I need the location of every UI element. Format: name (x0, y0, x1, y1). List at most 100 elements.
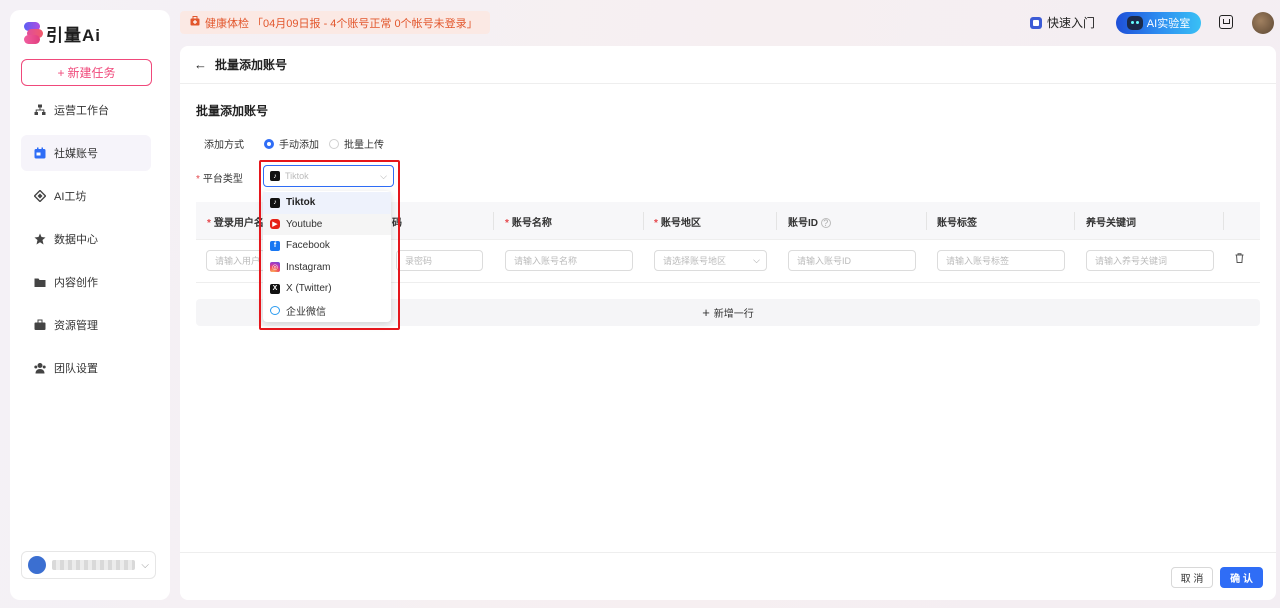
new-task-label: 新建任务 (67, 66, 116, 80)
option-label: Instagram (286, 261, 331, 273)
option-youtube[interactable]: ▶ Youtube (263, 213, 391, 235)
book-icon (1030, 16, 1042, 29)
add-row-label: 新增一行 (713, 309, 754, 320)
confirm-button[interactable]: 确 认 (1220, 567, 1263, 588)
help-icon[interactable]: ? (820, 218, 831, 228)
briefcase-icon (34, 319, 46, 331)
col-account-tag: 账号标签 (937, 214, 977, 229)
x-twitter-icon: X (270, 283, 280, 294)
user-switcher[interactable]: ⌵ (21, 551, 156, 579)
sidebar-item-data-center[interactable]: 数据中心 (21, 221, 151, 257)
col-region: * 账号地区 (654, 218, 701, 229)
footer-actions: 取 消 确 认 (180, 552, 1276, 600)
account-tag-input[interactable]: 请输入账号标签 (937, 250, 1065, 271)
sidebar-item-label: 运营工作台 (54, 105, 109, 117)
new-task-button[interactable]: + 新建任务 (21, 59, 152, 86)
plus-icon: + (57, 65, 65, 80)
wecom-icon (270, 305, 280, 315)
radio-label: 批量上传 (344, 140, 384, 151)
tiktok-icon: ♪ (270, 171, 280, 181)
input-placeholder: 请输入养号关键词 (1095, 256, 1168, 266)
sidebar-item-label: 资源管理 (54, 320, 98, 332)
input-placeholder: 请选择账号地区 (663, 256, 727, 266)
platform-dropdown: ♪ Tiktok ▶ Youtube f Facebook ◎ Instagra… (263, 191, 391, 322)
sidebar-item-team[interactable]: 团队设置 (21, 350, 151, 386)
col-label: 养号关键词 (1086, 218, 1136, 229)
page-header: ← 批量添加账号 (180, 46, 1276, 84)
sidebar-item-resources[interactable]: 资源管理 (21, 307, 151, 343)
radio-label: 手动添加 (279, 140, 319, 151)
main-panel: ← 批量添加账号 批量添加账号 添加方式 手动添加 批量上传 * 平台类型 * 登录… (180, 46, 1276, 600)
option-label: Facebook (286, 240, 330, 252)
platform-select[interactable]: ♪ Tiktok ⌵ (263, 165, 394, 187)
avatar (28, 556, 46, 574)
cancel-button[interactable]: 取 消 (1171, 567, 1213, 588)
sidebar-item-label: AI工坊 (54, 191, 87, 203)
radio-manual-add[interactable]: 手动添加 (264, 136, 319, 151)
platform-type-text: 平台类型 (202, 174, 243, 185)
add-method-radio-group: 手动添加 批量上传 (264, 136, 384, 151)
radio-dot (329, 138, 339, 149)
logo-icon (24, 22, 43, 44)
app-name: 引量Ai (46, 25, 101, 45)
quick-entry-link[interactable]: 快速入门 (1030, 14, 1095, 31)
col-label: 账号名称 (511, 218, 552, 229)
sidebar-item-ai-workshop[interactable]: AI工坊 (21, 178, 151, 214)
add-method-label: 添加方式 (204, 140, 244, 151)
sidebar: 引量Ai + 新建任务 运营工作台 社媒账号 AI工坊 数据中心 内容创作 资源… (10, 10, 170, 600)
option-label: X (Twitter) (286, 283, 332, 295)
select-placeholder: Tiktok (285, 171, 309, 181)
col-label: 登录用户名 (213, 218, 264, 229)
account-id-input[interactable]: 请输入账号ID (788, 250, 916, 271)
col-label: 账号ID (788, 218, 818, 229)
input-placeholder: 请输入账号ID (797, 256, 852, 266)
option-tiktok[interactable]: ♪ Tiktok (263, 192, 391, 214)
health-check-banner[interactable]: 健康体检 「04月09日报 - 4个账号正常 0个帐号未登录」 (180, 11, 490, 34)
tiktok-icon: ♪ (270, 197, 280, 208)
avatar[interactable] (1252, 12, 1274, 34)
sidebar-item-label: 数据中心 (54, 234, 98, 246)
col-keywords: 养号关键词 (1086, 214, 1136, 229)
folder-icon (34, 276, 46, 288)
region-select[interactable]: 请选择账号地区 ⌵ (654, 250, 767, 271)
ai-lab-button[interactable]: AI实验室 (1116, 12, 1201, 34)
input-placeholder: 录密码 (405, 256, 433, 266)
col-label: 账号标签 (937, 218, 977, 229)
chevron-down-icon: ⌵ (753, 255, 760, 265)
sidebar-item-content[interactable]: 内容创作 (21, 264, 151, 300)
section-title: 批量添加账号 (196, 104, 269, 118)
sitemap-icon (34, 104, 46, 116)
star-burst-icon (34, 233, 46, 245)
account-name-input[interactable]: 请输入账号名称 (505, 250, 633, 271)
option-x-twitter[interactable]: X X (Twitter) (263, 278, 391, 300)
sidebar-item-social-accounts[interactable]: 社媒账号 (21, 135, 151, 171)
back-arrow-icon[interactable]: ← (194, 57, 207, 72)
user-name-blurred (52, 560, 136, 570)
medical-kit-icon (190, 16, 200, 29)
facebook-icon: f (270, 240, 280, 251)
option-facebook[interactable]: f Facebook (263, 235, 391, 257)
radio-batch-upload[interactable]: 批量上传 (329, 136, 384, 151)
input-placeholder: 请输入账号标签 (946, 256, 1010, 266)
sidebar-item-workbench[interactable]: 运营工作台 (21, 92, 151, 128)
save-icon[interactable] (1219, 15, 1233, 29)
ai-lab-label: AI实验室 (1146, 18, 1191, 30)
platform-type-label: * 平台类型 (196, 170, 243, 185)
password-input[interactable]: 录密码 (396, 250, 483, 271)
option-instagram[interactable]: ◎ Instagram (263, 257, 391, 279)
ai-diamond-icon (34, 190, 46, 202)
option-wecom[interactable]: 企业微信 (263, 300, 391, 322)
keyword-input[interactable]: 请输入养号关键词 (1086, 250, 1214, 271)
chevron-down-icon: ⌵ (380, 170, 387, 181)
plus-icon: + (702, 305, 710, 320)
col-account-name: * 账号名称 (505, 218, 552, 229)
team-icon (34, 362, 46, 374)
app-logo[interactable]: 引量Ai (24, 22, 101, 45)
required-asterisk: * (196, 174, 200, 185)
quick-entry-label: 快速入门 (1047, 16, 1096, 30)
username-input[interactable]: 请输入用户 (206, 250, 266, 271)
col-password: 码 (392, 214, 402, 229)
chevron-down-icon: ⌵ (141, 559, 149, 571)
trash-icon[interactable] (1235, 253, 1244, 266)
col-account-id: 账号ID ? (788, 214, 831, 229)
